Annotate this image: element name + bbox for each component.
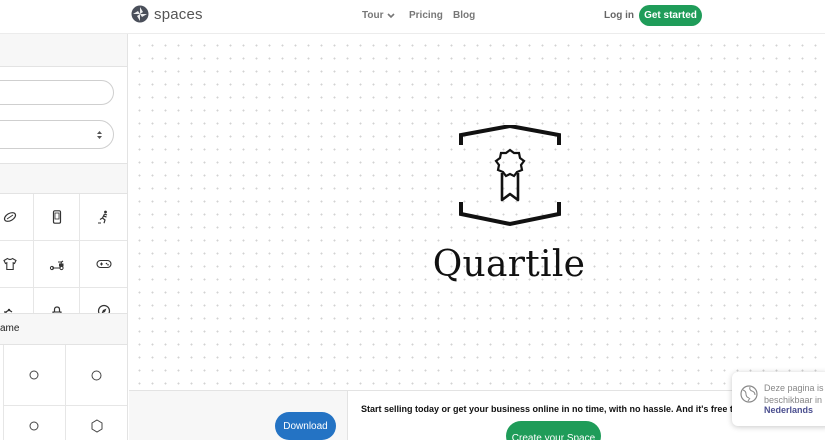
icon-option[interactable]	[34, 241, 80, 288]
shape-option[interactable]	[66, 406, 127, 440]
shape-picker-grid	[3, 345, 127, 440]
language-link[interactable]: Nederlands	[764, 405, 813, 415]
panel-header	[0, 34, 127, 67]
tshirt-icon	[3, 257, 17, 271]
icon-option[interactable]	[80, 194, 127, 241]
circle-shape-icon	[29, 421, 39, 430]
language-popup: Deze pagina is beschikbaar in Nederlands	[732, 372, 825, 426]
icon-option[interactable]	[0, 194, 34, 241]
phone-icon	[52, 210, 61, 224]
scooter-icon	[49, 260, 64, 271]
circle-shape-icon	[29, 370, 39, 380]
section-label: ame	[0, 323, 20, 334]
icon-option[interactable]	[80, 241, 127, 288]
icon-option[interactable]	[0, 241, 34, 288]
select-arrows-icon	[97, 131, 102, 139]
runner-icon	[97, 210, 107, 224]
logo[interactable]: spaces	[131, 5, 203, 23]
nav-blog[interactable]: Blog	[453, 10, 475, 21]
spaces-logo-icon	[131, 5, 149, 23]
shape-option[interactable]	[66, 345, 127, 406]
rugby-ball-icon	[3, 212, 17, 222]
nav-pricing[interactable]: Pricing	[409, 10, 443, 21]
brand-name: Quartile	[432, 244, 586, 285]
language-notice: Deze pagina is beschikbaar in	[764, 382, 824, 406]
shape-option[interactable]	[3, 406, 66, 440]
icon-option[interactable]	[34, 194, 80, 241]
gamepad-icon	[95, 259, 112, 269]
shape-section-header: ame	[0, 313, 127, 345]
icon-section-header	[0, 163, 127, 194]
award-emblem-icon	[459, 125, 561, 227]
login-link[interactable]: Log in	[604, 10, 634, 21]
name-input[interactable]	[0, 80, 114, 105]
logo-text: spaces	[154, 5, 203, 23]
logo-canvas: Quartile	[129, 35, 825, 390]
promo-text: Start selling today or get your business…	[361, 404, 734, 414]
top-navbar: spaces Tour Pricing Blog Log in Get star…	[0, 0, 825, 34]
shape-option[interactable]	[3, 345, 66, 406]
get-started-button[interactable]: Get started	[639, 5, 702, 26]
nav-tour-label: Tour	[362, 10, 384, 21]
bottom-bar: Download Start selling today or get your…	[129, 390, 825, 440]
icon-picker-grid	[0, 194, 127, 335]
hexagon-shape-icon	[91, 418, 102, 433]
left-panel: ame	[0, 34, 128, 440]
nav-tour[interactable]: Tour	[362, 10, 396, 21]
download-button[interactable]: Download	[275, 412, 336, 440]
category-select[interactable]	[0, 120, 114, 149]
globe-icon	[740, 385, 758, 403]
download-area: Download	[129, 391, 348, 440]
circle-shape-icon	[91, 370, 102, 380]
chevron-down-icon	[387, 12, 396, 18]
create-space-button[interactable]: Create your Space	[506, 421, 601, 440]
language-notice-line: Deze pagina is	[764, 383, 824, 393]
